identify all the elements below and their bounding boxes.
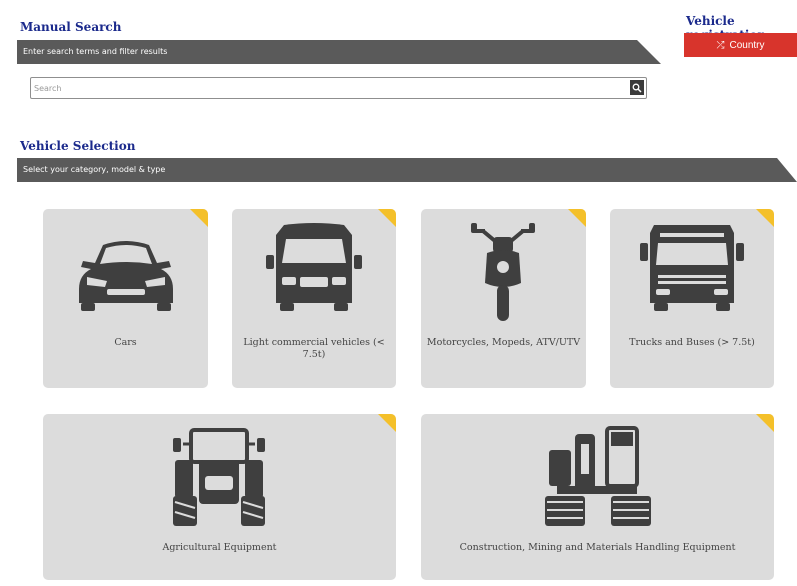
corner-flag bbox=[190, 209, 208, 227]
vehicle-selection-title: Vehicle Selection bbox=[20, 139, 136, 153]
search-box bbox=[30, 77, 647, 99]
category-label: Construction, Mining and Materials Handl… bbox=[459, 542, 736, 553]
excavator-icon bbox=[545, 426, 651, 526]
search-input[interactable] bbox=[34, 80, 624, 96]
corner-flag bbox=[756, 414, 774, 432]
van-icon bbox=[266, 223, 362, 311]
manual-search-title: Manual Search bbox=[20, 20, 122, 34]
shuffle-icon: ⤮ bbox=[716, 39, 725, 51]
corner-flag bbox=[756, 209, 774, 227]
category-card-cars[interactable]: Cars bbox=[43, 209, 208, 388]
category-card-motorcycles[interactable]: Motorcycles, Mopeds, ATV/UTV bbox=[421, 209, 586, 388]
category-card-trucks-buses[interactable]: Trucks and Buses (> 7.5t) bbox=[610, 209, 774, 388]
country-button[interactable]: ⤮ Country bbox=[684, 33, 797, 57]
manual-search-banner: Enter search terms and filter results bbox=[17, 40, 661, 64]
motorcycle-icon bbox=[471, 223, 535, 321]
corner-flag bbox=[378, 414, 396, 432]
search-button[interactable] bbox=[630, 80, 644, 95]
vehicle-selection-banner: Select your category, model & type bbox=[17, 158, 797, 182]
category-label: Agricultural Equipment bbox=[162, 542, 277, 553]
tractor-icon bbox=[173, 428, 265, 526]
country-button-label: Country bbox=[729, 39, 765, 51]
category-label: Light commercial vehicles (< 7.5t) bbox=[243, 337, 385, 360]
corner-flag bbox=[378, 209, 396, 227]
truck-icon bbox=[640, 225, 744, 311]
category-label: Trucks and Buses (> 7.5t) bbox=[629, 337, 755, 348]
corner-flag bbox=[568, 209, 586, 227]
car-icon bbox=[79, 241, 173, 311]
category-card-construction[interactable]: Construction, Mining and Materials Handl… bbox=[421, 414, 774, 580]
category-card-agricultural[interactable]: Agricultural Equipment bbox=[43, 414, 396, 580]
category-label: Motorcycles, Mopeds, ATV/UTV bbox=[426, 337, 581, 348]
category-card-light-commercial[interactable]: Light commercial vehicles (< 7.5t) bbox=[232, 209, 396, 388]
category-label: Cars bbox=[114, 337, 137, 348]
search-icon bbox=[632, 83, 642, 93]
